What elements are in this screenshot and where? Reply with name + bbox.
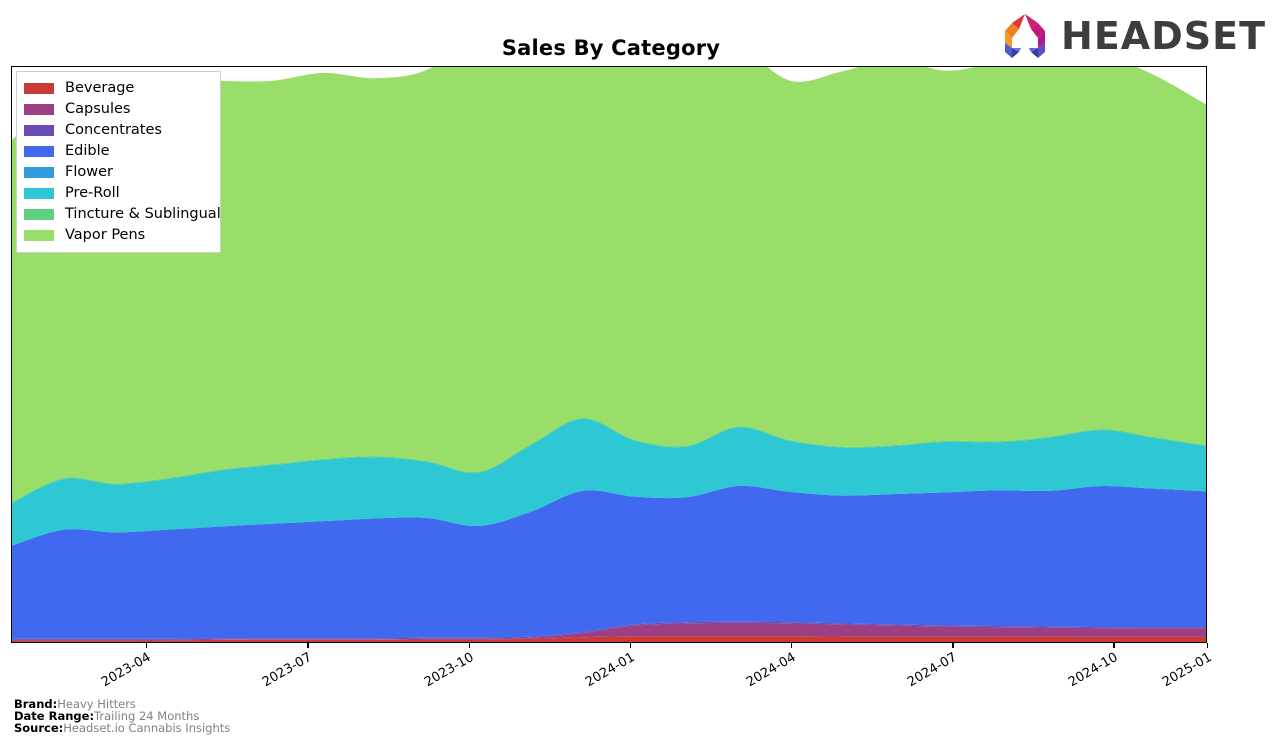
legend-item[interactable]: Pre-Roll — [24, 183, 212, 204]
legend-item-label: Beverage — [65, 80, 135, 97]
x-axis-tick-label: 2023-10 — [421, 650, 477, 691]
legend-swatch-icon — [24, 188, 54, 199]
x-axis-tick-mark — [1113, 643, 1115, 648]
legend-item[interactable]: Capsules — [24, 99, 212, 120]
x-axis-tick-label: 2025-01 — [1159, 650, 1215, 691]
x-axis-tick-label: 2023-04 — [99, 650, 154, 691]
x-axis-tick-label: 2024-01 — [582, 650, 638, 691]
legend-item-label: Tincture & Sublingual — [65, 206, 221, 223]
x-axis-tick-mark — [146, 643, 148, 648]
legend-item[interactable]: Vapor Pens — [24, 225, 212, 246]
legend-item-label: Pre-Roll — [65, 185, 120, 202]
legend-item-label: Capsules — [65, 101, 131, 118]
x-axis-tick-mark — [629, 643, 632, 648]
footer-row: Source:Headset.io Cannabis Insights — [14, 720, 231, 735]
brand-logo: HEADSET — [999, 12, 1266, 60]
x-axis-tick-label: 2024-10 — [1066, 650, 1121, 691]
x-axis-tick-mark — [952, 643, 954, 648]
legend-swatch-icon — [24, 125, 54, 136]
footer-label: Source: — [14, 720, 64, 735]
legend-item[interactable]: Concentrates — [24, 120, 212, 141]
legend-swatch-icon — [24, 167, 54, 178]
legend-item[interactable]: Tincture & Sublingual — [24, 204, 221, 225]
chart-legend: Beverage Capsules Concentrates Edible Flower… — [16, 71, 221, 253]
legend-swatch-icon — [24, 230, 54, 241]
brand-logo-wordmark: HEADSET — [1061, 14, 1266, 58]
footer-value: Headset.io Cannabis Insights — [63, 720, 231, 735]
x-axis-tick-label: 2024-07 — [905, 650, 960, 691]
x-axis-tick-mark — [468, 643, 470, 648]
x-axis: 2023-04 2023-07 2023-10 2024-01 2024-04 2024-… — [11, 643, 1215, 699]
x-axis-tick-mark — [307, 643, 309, 648]
legend-item[interactable]: Edible — [24, 141, 212, 162]
legend-swatch-icon — [24, 83, 54, 94]
legend-swatch-icon — [24, 209, 54, 220]
x-axis-tick-mark — [1207, 643, 1209, 648]
x-axis-tick-label: 2024-04 — [743, 650, 799, 691]
chart-footer: Brand:Heavy Hitters Date Range:Trailing 2… — [14, 698, 231, 735]
legend-item[interactable]: Flower — [24, 162, 212, 183]
legend-swatch-icon — [24, 104, 54, 115]
legend-item-label: Flower — [65, 164, 113, 181]
legend-item-label: Vapor Pens — [65, 227, 146, 244]
x-axis-tick-label: 2023-07 — [260, 650, 315, 691]
legend-item-label: Concentrates — [65, 122, 162, 139]
legend-swatch-icon — [24, 146, 54, 157]
x-axis-tick-mark — [791, 643, 793, 648]
headset-arch-logo-icon — [1005, 14, 1046, 58]
legend-item-label: Edible — [65, 143, 110, 160]
legend-item[interactable]: Beverage — [24, 78, 212, 99]
